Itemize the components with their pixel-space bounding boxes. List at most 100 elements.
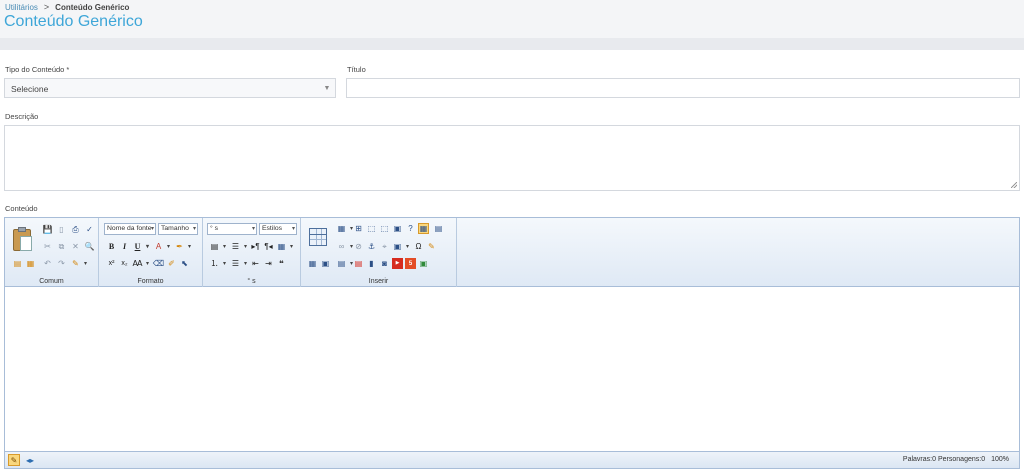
youtube-icon[interactable]: ▶ xyxy=(392,258,403,269)
help-icon[interactable]: ? xyxy=(405,223,416,234)
delete-icon[interactable]: ✕ xyxy=(70,241,81,252)
superscript-icon[interactable]: x² xyxy=(106,258,117,269)
tipo-select[interactable]: Selecione ▼ xyxy=(4,78,336,98)
group-label-comum: Comum xyxy=(39,278,64,285)
paste-icon[interactable] xyxy=(12,226,34,252)
symbol-icon[interactable]: Ω xyxy=(413,241,424,252)
document-icon[interactable]: ▮ xyxy=(366,258,377,269)
bullet-list-icon[interactable]: ☰ xyxy=(230,258,247,269)
character-count: Personagens:0 xyxy=(938,456,986,463)
tipo-select-value: Selecione xyxy=(11,84,49,94)
blockquote-icon[interactable]: ❝ xyxy=(276,258,287,269)
breadcrumb-separator: > xyxy=(43,2,50,12)
group-label-paragraph: ° s xyxy=(247,278,256,285)
copy-icon[interactable]: ⧉ xyxy=(56,241,67,252)
italic-icon[interactable]: I xyxy=(119,241,130,252)
paste-word-icon[interactable]: ▦ xyxy=(25,258,36,269)
rtl-icon[interactable]: ¶◂ xyxy=(263,241,274,252)
cut-icon[interactable]: ✂ xyxy=(42,241,53,252)
insert-table-icon[interactable] xyxy=(309,228,327,246)
image-map-icon[interactable]: ⌖ xyxy=(379,241,390,252)
show-borders-icon[interactable]: ▦ xyxy=(418,223,429,234)
outdent-icon[interactable]: ⇤ xyxy=(250,258,261,269)
paragraph-format-icon[interactable]: ▤ xyxy=(209,241,226,252)
editor-content-area[interactable] xyxy=(5,288,1019,452)
editor-ribbon: 💾 ▯ ⎙ ✓ ✂ ⧉ ✕ 🔍 ▤ ▦ ↶ ↷ ✎ Comum Nome da … xyxy=(5,218,1019,287)
flash-icon[interactable]: ◙ xyxy=(379,258,390,269)
template-icon[interactable]: ⬚ xyxy=(379,223,390,234)
editor-counts: Palavras:0 Personagens:0 100% xyxy=(903,456,1009,463)
table-options-icon[interactable]: ▦ xyxy=(336,223,353,234)
insert-snippet-icon[interactable]: ✎ xyxy=(426,241,437,252)
form-icon[interactable]: ▣ xyxy=(392,223,403,234)
line-spacing-icon[interactable]: ☰ xyxy=(230,241,247,252)
find-icon[interactable]: 🔍 xyxy=(84,241,95,252)
insert-time-icon[interactable]: ▣ xyxy=(320,258,331,269)
link-icon[interactable]: ∞ xyxy=(336,241,353,252)
font-size-combo[interactable]: Tamanho xyxy=(158,223,198,235)
zoom-level[interactable]: 100% xyxy=(991,456,1009,463)
breadcrumb-parent-link[interactable]: Utilitários xyxy=(5,3,38,12)
media-icon[interactable]: ▤ xyxy=(336,258,353,269)
html5-icon[interactable]: 5 xyxy=(405,258,416,269)
font-name-combo[interactable]: Nome da fonte xyxy=(104,223,156,235)
ltr-icon[interactable]: ▸¶ xyxy=(250,241,261,252)
underline-icon[interactable]: U xyxy=(132,241,149,252)
save-icon[interactable]: 💾 xyxy=(42,224,53,235)
align-icon[interactable]: ▦ xyxy=(276,241,293,252)
print-icon[interactable]: ⎙ xyxy=(70,224,81,235)
rich-text-editor: 💾 ▯ ⎙ ✓ ✂ ⧉ ✕ 🔍 ▤ ▦ ↶ ↷ ✎ Comum Nome da … xyxy=(4,217,1020,469)
anchor-icon[interactable]: ⚓ xyxy=(366,241,377,252)
page-title: Conteúdo Genérico xyxy=(4,13,143,30)
breadcrumb: Utilitários > Conteúdo Genérico xyxy=(5,2,129,12)
ribbon-group-inserir: ▦ ⊞ ⬚ ⬚ ▣ ? ▦ ▤ ∞ ⊘ ⚓ ⌖ ▣ Ω ✎ ▦ ▣ ▤ ▤ ▮ xyxy=(301,218,457,287)
format-brush-icon[interactable]: ✐ xyxy=(166,258,177,269)
titulo-label: Título xyxy=(347,65,366,74)
conteudo-label: Conteúdo xyxy=(5,204,38,213)
cursor-icon[interactable]: ⬉ xyxy=(179,258,190,269)
resize-grip-icon[interactable] xyxy=(1011,182,1017,188)
paragraph-style-combo[interactable]: ° s xyxy=(207,223,257,235)
redo-icon[interactable]: ↷ xyxy=(56,258,67,269)
paste-text-icon[interactable]: ▤ xyxy=(12,258,23,269)
bold-icon[interactable]: B xyxy=(106,241,117,252)
group-label-inserir: Inserir xyxy=(368,278,389,285)
breadcrumb-current: Conteúdo Genérico xyxy=(55,2,130,12)
titulo-input[interactable] xyxy=(346,78,1020,98)
page-header: Utilitários > Conteúdo Genérico Conteúdo… xyxy=(0,0,1024,38)
design-mode-icon[interactable]: ✎ xyxy=(8,454,20,466)
page: Utilitários > Conteúdo Genérico Conteúdo… xyxy=(0,0,1024,471)
ribbon-group-paragraph: ° s Estilos ▤ ☰ ▸¶ ¶◂ ▦ ⒈ ☰ ⇤ ⇥ ❝ ° s xyxy=(203,218,301,287)
styles-combo[interactable]: Estilos xyxy=(259,223,297,235)
tipo-label: Tipo do Conteúdo * xyxy=(5,65,70,74)
subscript-icon[interactable]: x₂ xyxy=(119,258,130,269)
header-divider xyxy=(0,38,1024,50)
change-case-icon[interactable]: Ꜳ xyxy=(132,258,150,269)
numbered-list-icon[interactable]: ⒈ xyxy=(209,258,227,269)
descricao-textarea[interactable] xyxy=(4,125,1020,191)
pdf-icon[interactable]: ▤ xyxy=(353,258,364,269)
new-doc-icon[interactable]: ▯ xyxy=(56,224,67,235)
insert-date-icon[interactable]: ▦ xyxy=(307,258,318,269)
image-icon[interactable]: ▣ xyxy=(392,241,409,252)
undo-icon[interactable]: ↶ xyxy=(42,258,53,269)
unlink-icon[interactable]: ⊘ xyxy=(353,241,364,252)
word-count: Palavras:0 xyxy=(902,456,936,463)
highlight-icon[interactable]: ✒ xyxy=(174,241,191,252)
cell-select-icon[interactable]: ⬚ xyxy=(366,223,377,234)
indent-icon[interactable]: ⇥ xyxy=(263,258,274,269)
font-color-icon[interactable]: A xyxy=(153,241,170,252)
ribbon-group-comum: 💾 ▯ ⎙ ✓ ✂ ⧉ ✕ 🔍 ▤ ▦ ↶ ↷ ✎ Comum xyxy=(5,218,99,287)
editor-status-bar: ✎ ◂▸ Palavras:0 Personagens:0 100% xyxy=(5,451,1019,468)
spellcheck-icon[interactable]: ✓ xyxy=(84,224,95,235)
chevron-down-icon: ▼ xyxy=(323,84,331,92)
image-gallery-icon[interactable]: ▣ xyxy=(418,258,429,269)
ribbon-group-formato: Nome da fonte Tamanho B I U A ✒ x² x₂ Ꜳ … xyxy=(99,218,203,287)
clear-format-icon[interactable]: ⌫ xyxy=(153,258,164,269)
format-painter-icon[interactable]: ✎ xyxy=(70,258,87,269)
html-mode-icon[interactable]: ◂▸ xyxy=(24,454,36,466)
group-label-formato: Formato xyxy=(137,278,164,285)
image-manager-icon[interactable]: ▤ xyxy=(433,223,444,234)
descricao-label: Descrição xyxy=(5,112,39,121)
insert-row-icon[interactable]: ⊞ xyxy=(353,223,364,234)
